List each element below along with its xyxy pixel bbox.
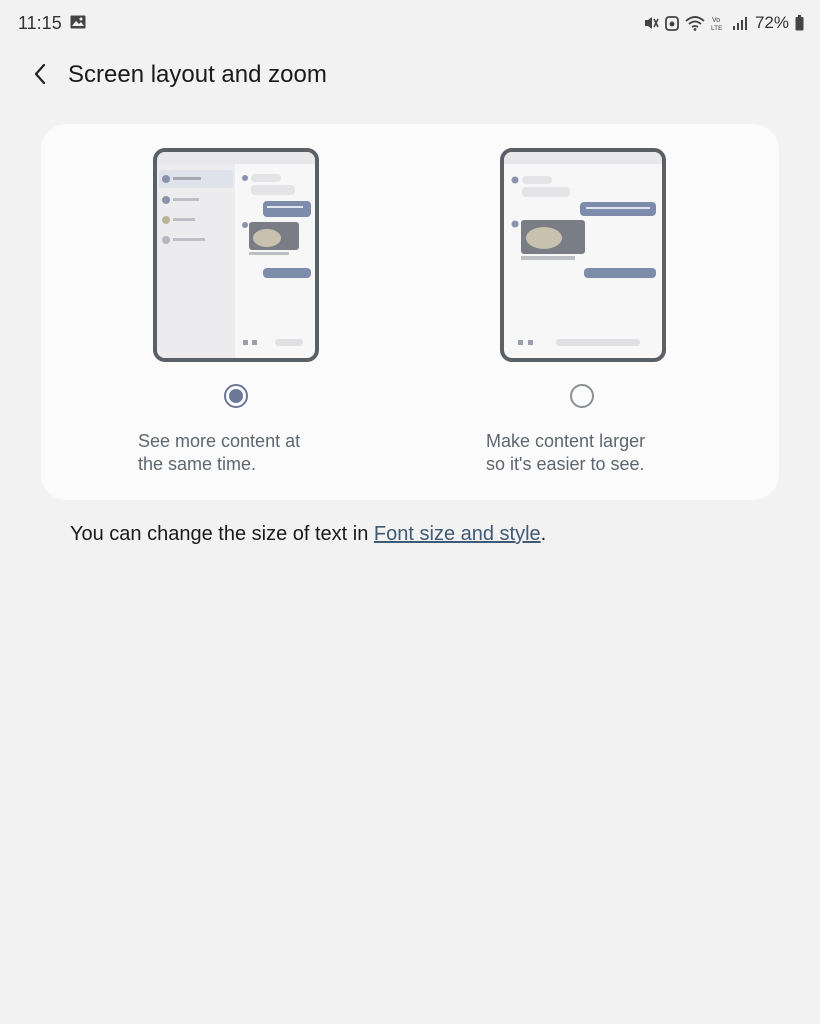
battery-icon xyxy=(795,15,804,31)
volte-icon: Vo LTE xyxy=(711,14,727,32)
option-description: Make content larger so it's easier to se… xyxy=(486,430,706,476)
status-time: 11:15 xyxy=(18,13,62,33)
font-size-footnote: You can change the size of text in Font … xyxy=(70,523,546,546)
footnote-suffix: . xyxy=(540,523,547,545)
page-title: Screen layout and zoom xyxy=(68,61,327,88)
option-more-content[interactable]: See more content at the same time. xyxy=(41,124,410,500)
option-description-line: Make content larger xyxy=(486,431,646,451)
chevron-left-icon xyxy=(33,63,47,90)
preview-screen xyxy=(157,152,315,358)
signal-icon xyxy=(732,16,747,30)
alarm-icon xyxy=(665,15,679,31)
battery-percent: 72% xyxy=(754,13,789,32)
back-button[interactable] xyxy=(24,60,56,92)
font-size-and-style-link[interactable]: Font size and style xyxy=(374,523,541,545)
option-description-line: See more content at xyxy=(138,431,301,451)
status-bar: 11:15 Vo LTE 72% xyxy=(0,0,820,48)
wifi-icon xyxy=(685,15,705,31)
option-description-line: the same time. xyxy=(138,454,257,474)
tablet-preview-single xyxy=(500,148,666,362)
footnote-prefix: You can change the size of text in xyxy=(70,523,374,545)
radio-larger-content[interactable] xyxy=(570,384,594,408)
image-icon xyxy=(70,15,86,34)
svg-text:Vo: Vo xyxy=(712,17,720,24)
option-larger-content[interactable]: Make content larger so it's easier to se… xyxy=(410,124,779,500)
tablet-preview-split xyxy=(153,148,319,362)
option-description-line: so it's easier to see. xyxy=(486,454,645,474)
mute-vibrate-icon xyxy=(643,15,659,31)
preview-screen xyxy=(504,152,662,358)
app-bar: Screen layout and zoom xyxy=(0,52,820,100)
layout-options-card: See more content at the same time. Make … xyxy=(41,124,779,500)
svg-text:LTE: LTE xyxy=(711,25,723,32)
option-description: See more content at the same time. xyxy=(138,430,358,476)
radio-more-content[interactable] xyxy=(224,384,248,408)
